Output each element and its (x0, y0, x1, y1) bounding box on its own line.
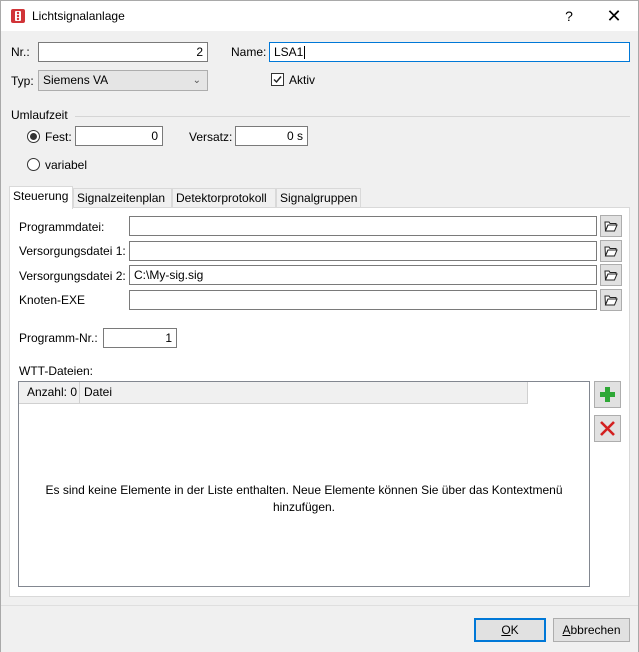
traffic-light-icon (10, 8, 26, 24)
x-icon (600, 421, 615, 436)
folder-open-icon (604, 221, 618, 232)
column-header-datei[interactable]: Datei (80, 382, 528, 404)
versorgungsdatei1-input[interactable] (129, 241, 597, 261)
folder-open-icon (604, 270, 618, 281)
knoten-exe-browse-button[interactable] (600, 289, 622, 311)
radio-selected-dot (30, 133, 37, 140)
checkmark-icon (273, 76, 282, 84)
text-caret (304, 46, 306, 60)
folder-open-icon (604, 246, 618, 257)
dialog-window: Lichtsignalanlage ? ✕ Nr.: 2 Name: LSA1 … (0, 0, 639, 652)
versorgungsdatei2-input[interactable]: C:\My-sig.sig (129, 265, 597, 285)
umlaufzeit-group-label: Umlaufzeit (11, 108, 68, 122)
fest-label: Fest: (45, 130, 72, 144)
typ-dropdown[interactable]: Siemens VA ⌄ (38, 70, 208, 91)
knoten-exe-input[interactable] (129, 290, 597, 310)
plus-icon (600, 387, 615, 402)
help-button[interactable]: ? (549, 1, 589, 31)
cancel-label-rest: bbrechen (570, 623, 621, 637)
fest-radio[interactable] (27, 130, 40, 143)
versorgungsdatei2-browse-button[interactable] (600, 264, 622, 286)
versorgungsdatei2-label: Versorgungsdatei 2: (19, 269, 126, 283)
name-input[interactable]: LSA1 (269, 42, 630, 62)
empty-list-message: Es sind keine Elemente in der Liste enth… (45, 483, 563, 514)
wtt-list[interactable]: Anzahl: 0 Datei Es sind keine Elemente i… (18, 381, 590, 587)
aktiv-label: Aktiv (289, 73, 316, 87)
variabel-radio[interactable] (27, 158, 40, 171)
ok-button[interactable]: OK (474, 618, 546, 642)
typ-label: Typ: (11, 74, 34, 88)
cancel-button[interactable]: Abbrechen (553, 618, 630, 642)
nr-label: Nr.: (11, 45, 30, 59)
button-bar: OK Abbrechen (1, 605, 638, 652)
versatz-label: Versatz: (189, 130, 233, 144)
title-bar: Lichtsignalanlage ? ✕ (1, 1, 638, 31)
aktiv-checkbox[interactable] (271, 73, 284, 86)
folder-open-icon (604, 295, 618, 306)
window-title: Lichtsignalanlage (32, 9, 125, 23)
fest-input[interactable]: 0 (75, 126, 163, 146)
column-header-anzahl[interactable]: Anzahl: 0 (19, 382, 80, 404)
close-button[interactable]: ✕ (591, 1, 637, 31)
tab-steuerung[interactable]: Steuerung (9, 186, 73, 209)
versorgungsdatei1-browse-button[interactable] (600, 240, 622, 262)
name-input-value: LSA1 (274, 45, 304, 59)
typ-dropdown-value: Siemens VA (43, 73, 109, 87)
programm-nr-input[interactable]: 1 (103, 328, 177, 348)
umlaufzeit-divider (75, 116, 630, 117)
versatz-input[interactable]: 0 s (235, 126, 308, 146)
programmdatei-browse-button[interactable] (600, 215, 622, 237)
wtt-dateien-label: WTT-Dateien: (19, 364, 94, 378)
programmdatei-input[interactable] (129, 216, 597, 236)
add-wtt-button[interactable] (594, 381, 621, 408)
nr-input[interactable]: 2 (38, 42, 208, 62)
versorgungsdatei1-label: Versorgungsdatei 1: (19, 244, 126, 258)
programm-nr-label: Programm-Nr.: (19, 331, 98, 345)
chevron-down-icon: ⌄ (192, 75, 201, 86)
name-label: Name: (231, 45, 267, 59)
tab-detektorprotokoll[interactable]: Detektorprotokoll (172, 188, 276, 208)
remove-wtt-button[interactable] (594, 415, 621, 442)
variabel-label: variabel (45, 158, 88, 172)
programmdatei-label: Programmdatei: (19, 220, 105, 234)
ok-label-rest: K (510, 623, 519, 637)
tab-signalgruppen[interactable]: Signalgruppen (276, 188, 361, 208)
ok-accelerator: O (501, 623, 511, 637)
tab-signalzeitenplan[interactable]: Signalzeitenplan (73, 188, 172, 208)
knoten-exe-label: Knoten-EXE (19, 293, 86, 307)
